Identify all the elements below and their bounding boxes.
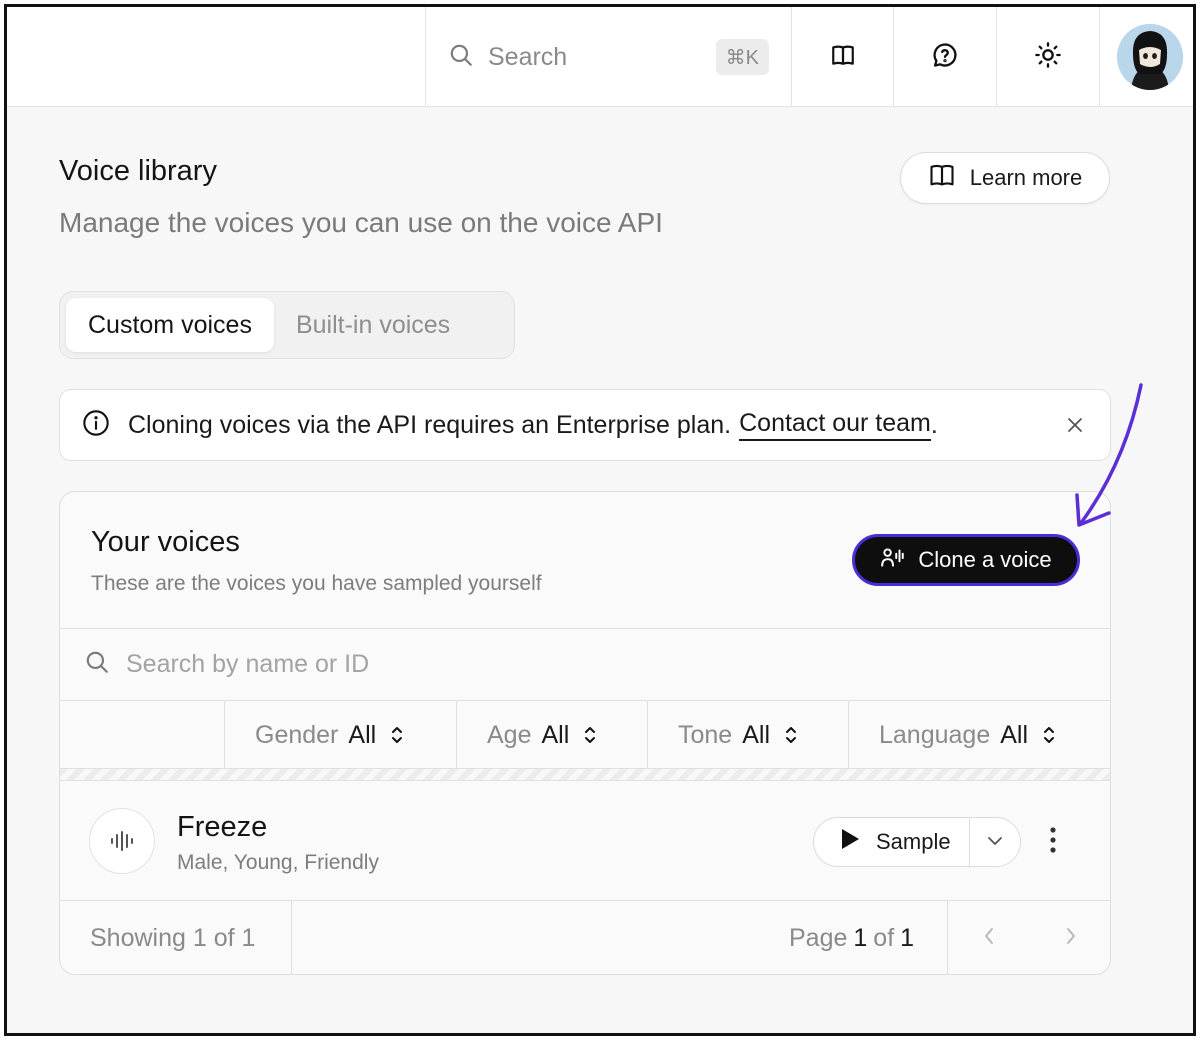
pagination-footer: Showing 1 of 1 Page 1 of 1 <box>60 901 1110 974</box>
filter-label: Age <box>487 720 532 749</box>
waveform-icon <box>89 808 155 874</box>
chevron-right-icon[interactable] <box>1065 926 1077 951</box>
play-icon <box>840 828 860 856</box>
page-label: Page <box>789 924 848 952</box>
your-voices-card: Your voices These are the voices you hav… <box>59 491 1111 975</box>
filter-label: Language <box>879 720 991 749</box>
clone-voice-label: Clone a voice <box>918 547 1052 572</box>
page-current: 1 <box>853 924 868 952</box>
account-button[interactable] <box>1099 7 1193 107</box>
learn-more-button[interactable]: Learn more <box>900 152 1110 204</box>
filter-value: All <box>1000 720 1029 749</box>
page-indicator: Page 1 of 1 <box>789 901 920 974</box>
theme-toggle-button[interactable] <box>996 7 1099 107</box>
banner-text: Cloning voices via the API requires an E… <box>128 410 732 439</box>
annotation-arrow <box>1075 383 1143 527</box>
filter-tone[interactable]: Tone All <box>647 701 848 769</box>
search-icon <box>448 42 474 73</box>
filter-language[interactable]: Language All <box>848 701 1110 769</box>
global-search[interactable]: Search ⌘K <box>425 7 791 107</box>
search-label: Search <box>488 42 568 71</box>
info-icon <box>82 409 110 442</box>
support-button[interactable] <box>893 7 996 107</box>
kebab-menu-icon <box>1049 826 1057 859</box>
voice-clone-icon <box>880 544 906 576</box>
tab-custom-voices[interactable]: Custom voices <box>66 298 274 352</box>
play-sample-button[interactable]: Sample <box>814 818 970 866</box>
filter-label: Tone <box>678 720 733 749</box>
filter-age[interactable]: Age All <box>456 701 647 769</box>
card-subtitle: These are the voices you have sampled yo… <box>91 572 542 595</box>
voice-name: Freeze <box>177 811 268 843</box>
chevron-up-down-icon <box>390 724 404 746</box>
app-frame: Search ⌘K Voice library Manage the voice… <box>4 4 1196 1036</box>
page-title: Voice library <box>59 155 217 187</box>
sample-control: Sample <box>813 817 1021 867</box>
list-divider <box>60 769 1110 781</box>
voice-tabs: Custom voices Built-in voices <box>59 291 515 359</box>
chevron-up-down-icon <box>1042 724 1056 746</box>
help-chat-icon <box>931 41 959 74</box>
book-icon <box>928 161 956 195</box>
banner-suffix: . <box>930 410 938 439</box>
learn-more-label: Learn more <box>969 165 1083 190</box>
avatar <box>1116 24 1183 90</box>
filter-gender[interactable]: Gender All <box>224 701 456 769</box>
shortcut-badge: ⌘K <box>715 39 769 75</box>
showing-count: Showing 1 of 1 <box>60 901 292 974</box>
search-icon <box>84 649 110 680</box>
filter-value: All <box>742 720 771 749</box>
top-bar: Search ⌘K <box>7 7 1193 107</box>
filter-value: All <box>541 720 570 749</box>
sun-icon <box>1034 41 1062 74</box>
chevron-down-icon <box>987 833 1003 851</box>
card-title: Your voices <box>91 526 240 558</box>
contact-team-link[interactable]: Contact our team <box>739 409 931 441</box>
more-options-button[interactable] <box>1038 823 1068 861</box>
voice-search-input[interactable] <box>126 650 826 679</box>
docs-button[interactable] <box>791 7 893 107</box>
voice-attributes: Male, Young, Friendly <box>177 851 379 874</box>
chevron-left-icon[interactable] <box>983 926 995 951</box>
page-total: 1 <box>900 924 915 952</box>
tab-built-in-voices[interactable]: Built-in voices <box>274 298 472 352</box>
filter-label: Gender <box>255 720 339 749</box>
chevron-up-down-icon <box>784 724 798 746</box>
chevron-up-down-icon <box>583 724 597 746</box>
page-subtitle: Manage the voices you can use on the voi… <box>59 207 663 238</box>
voice-row[interactable]: Freeze Male, Young, Friendly Sample <box>60 781 1110 901</box>
filter-bar: Gender All Age All Tone All Language All <box>60 701 1110 769</box>
clone-voice-button[interactable]: Clone a voice <box>852 534 1080 586</box>
enterprise-info-banner: Cloning voices via the API requires an E… <box>59 389 1111 461</box>
sample-label: Sample <box>876 829 951 854</box>
voice-search-row <box>60 628 1110 701</box>
pager <box>947 901 1110 974</box>
filter-value: All <box>348 720 377 749</box>
book-icon <box>830 42 856 73</box>
sample-dropdown-button[interactable] <box>970 818 1020 866</box>
page-of: of <box>873 924 895 952</box>
